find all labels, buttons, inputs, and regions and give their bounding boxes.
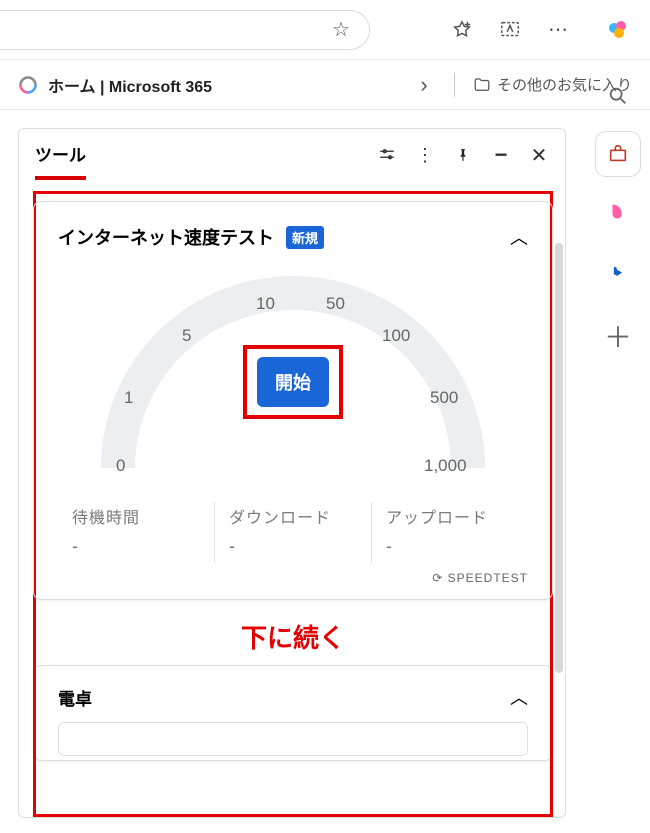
metric-label: ダウンロード	[229, 508, 357, 530]
folder-icon	[473, 76, 491, 94]
metric-latency: 待機時間 -	[58, 502, 214, 563]
m365-logo-icon	[18, 75, 38, 95]
browser-toolbar: ☆ ⋯	[0, 0, 650, 60]
settings-icon[interactable]	[377, 146, 397, 164]
separator	[454, 73, 455, 97]
edge-sidebar: ＋	[586, 60, 650, 356]
tools-panel-header: ツール ⋮ − ✕	[19, 129, 565, 181]
address-bar[interactable]: ☆	[0, 10, 370, 50]
new-badge: 新規	[286, 226, 324, 249]
sidebar-add-icon[interactable]: ＋	[604, 316, 632, 356]
tools-panel: ツール ⋮ − ✕ インターネット速度テスト 新規 ︿	[18, 128, 566, 818]
sidebar-tools-icon[interactable]	[596, 132, 640, 176]
calculator-card: 電卓 ︿	[33, 665, 553, 761]
continue-annotation: 下に続く	[33, 618, 553, 655]
speedtest-metrics: 待機時間 - ダウンロード - アップロード -	[58, 502, 528, 563]
gauge-label: 0	[116, 456, 125, 476]
favorites-add-icon[interactable]	[450, 18, 474, 42]
gauge-label: 100	[382, 326, 410, 346]
sidebar-bing-icon[interactable]	[596, 248, 640, 292]
metric-label: アップロード	[386, 508, 514, 530]
star-icon[interactable]: ☆	[329, 18, 353, 42]
pin-icon[interactable]	[453, 146, 473, 164]
tools-panel-title: ツール	[35, 141, 86, 180]
sidebar-search-icon[interactable]	[596, 74, 640, 118]
metric-value: -	[72, 536, 200, 557]
tools-panel-body: インターネット速度テスト 新規 ︿ 0 1 5 10 50 100 500 1,…	[19, 181, 565, 817]
gauge-label: 1	[124, 388, 133, 408]
more-icon[interactable]: ⋯	[546, 18, 570, 42]
gauge-label: 10	[256, 294, 275, 314]
start-button[interactable]: 開始	[257, 357, 329, 407]
metric-upload: アップロード -	[371, 502, 528, 563]
metric-value: -	[229, 536, 357, 557]
sidebar-designer-icon[interactable]	[596, 190, 640, 234]
gauge-label: 500	[430, 388, 458, 408]
metric-label: 待機時間	[72, 508, 200, 530]
speedtest-card: インターネット速度テスト 新規 ︿ 0 1 5 10 50 100 500 1,…	[33, 201, 553, 600]
metric-download: ダウンロード -	[214, 502, 371, 563]
scrollbar[interactable]	[555, 243, 563, 673]
start-highlight: 開始	[243, 345, 343, 419]
copilot-icon[interactable]	[606, 18, 630, 42]
chevron-up-icon[interactable]: ︿	[510, 684, 528, 710]
screenshot-icon[interactable]	[498, 18, 522, 42]
speedtest-title: インターネット速度テスト	[58, 224, 274, 250]
speedtest-brand: ⟳ SPEEDTEST	[58, 571, 528, 585]
minimize-icon[interactable]: −	[491, 142, 511, 168]
speed-gauge: 0 1 5 10 50 100 500 1,000 開始	[78, 268, 508, 488]
close-icon[interactable]: ✕	[529, 143, 549, 168]
chevron-right-icon[interactable]: ›	[412, 73, 436, 97]
chevron-up-icon[interactable]: ︿	[510, 224, 528, 250]
calculator-title: 電卓	[58, 685, 92, 710]
tab-title[interactable]: ホーム | Microsoft 365	[48, 73, 212, 97]
metric-value: -	[386, 536, 514, 557]
more-vertical-icon[interactable]: ⋮	[415, 145, 435, 166]
gauge-label: 5	[182, 326, 191, 346]
calculator-body	[58, 722, 528, 756]
gauge-label: 1,000	[424, 456, 467, 476]
favorites-bar: ホーム | Microsoft 365 › その他のお気に入り	[0, 60, 650, 110]
gauge-label: 50	[326, 294, 345, 314]
